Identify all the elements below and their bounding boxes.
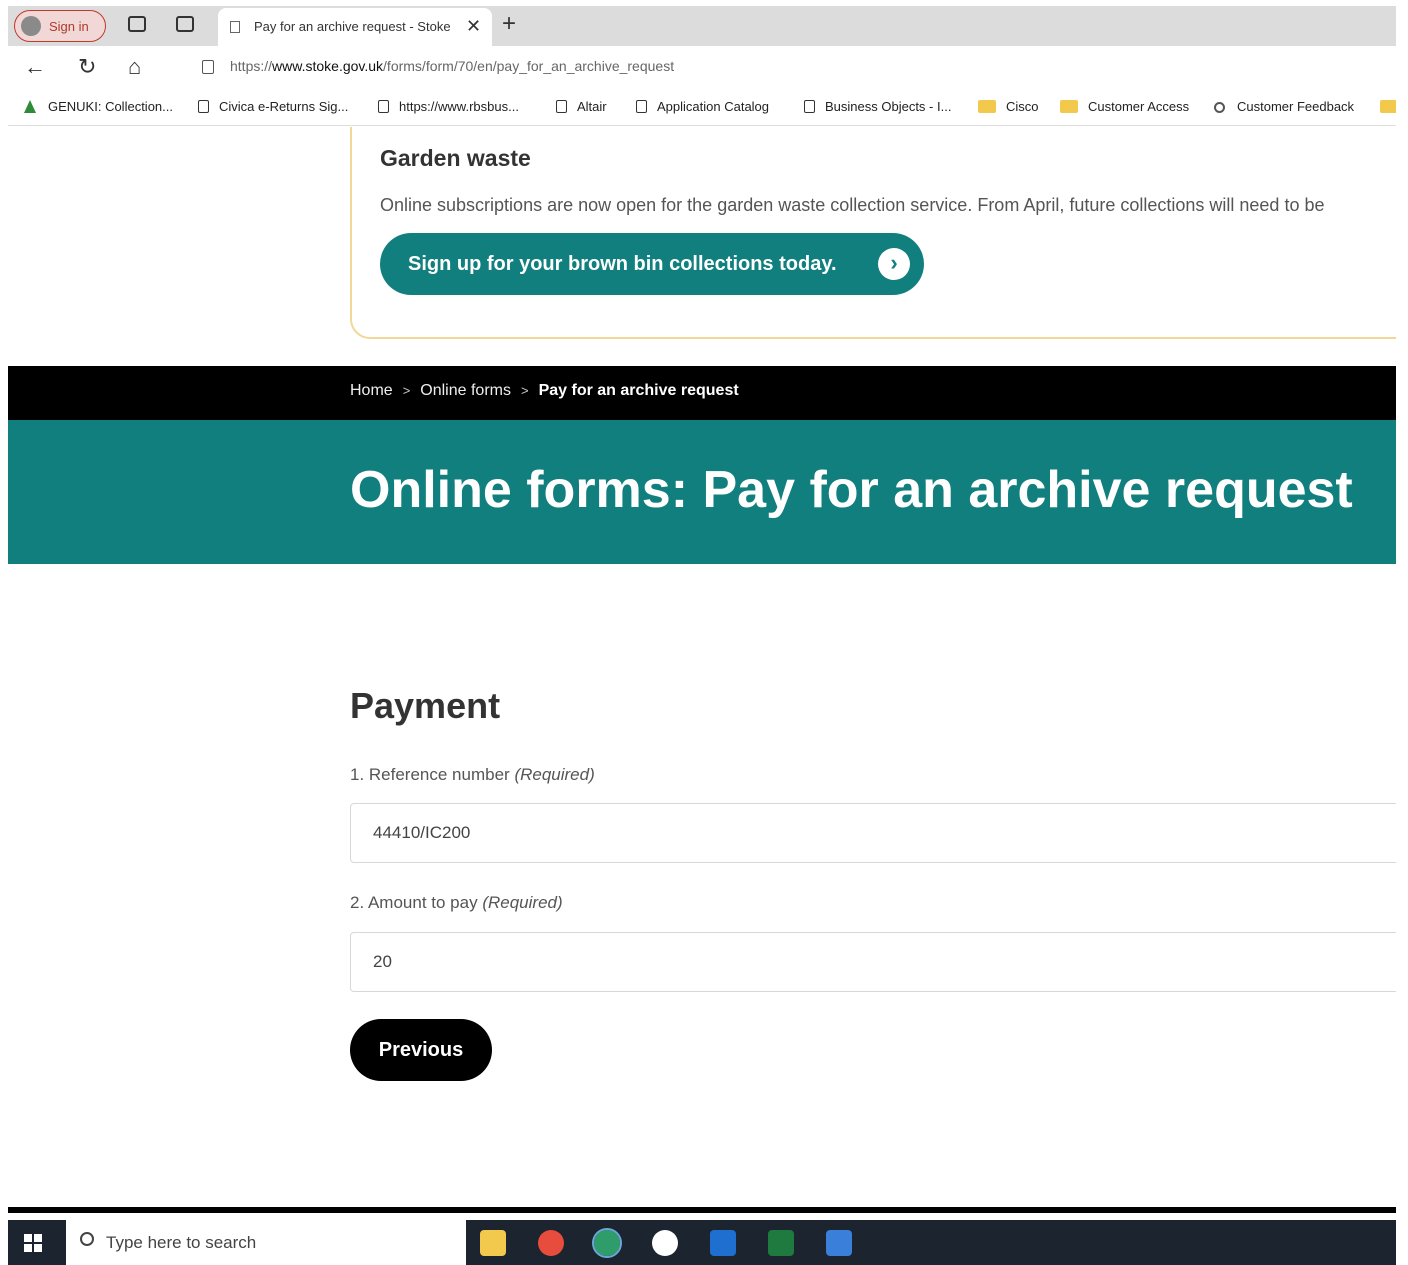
bookmarks-bar: GENUKI: Collection... Civica e-Returns S… xyxy=(8,88,1396,126)
profile-icon xyxy=(21,16,41,36)
breadcrumb-home[interactable]: Home xyxy=(350,382,393,399)
sign-in-button[interactable]: Sign in xyxy=(14,10,106,42)
lock-icon[interactable] xyxy=(202,60,214,74)
breadcrumb-separator-icon: > xyxy=(402,383,411,398)
reference-number-input[interactable] xyxy=(350,803,1396,863)
bookmark-application-catalog[interactable]: Application Catalog xyxy=(636,99,769,114)
genuki-leaf-icon xyxy=(24,100,36,113)
url-field[interactable]: https://www.stoke.gov.uk/forms/form/70/e… xyxy=(230,58,674,74)
search-icon xyxy=(80,1232,94,1246)
file-explorer-icon[interactable] xyxy=(480,1230,506,1256)
page-title: Online forms: Pay for an archive request xyxy=(350,461,1353,519)
bookmark-customer-access[interactable]: Customer Access xyxy=(1060,99,1189,114)
payment-section-title: Payment xyxy=(350,685,501,726)
breadcrumb-bar: Home > Online forms > Pay for an archive req… xyxy=(8,366,1396,420)
web-page: Garden waste Online subscriptions are no… xyxy=(8,127,1396,1213)
bookmark-rbsbus[interactable]: https://www.rbsbus... xyxy=(378,99,519,114)
browser-tab-bar xyxy=(8,6,1396,46)
back-arrow-icon[interactable]: ← xyxy=(24,54,46,80)
windows-taskbar: Type here to search xyxy=(8,1220,1396,1265)
previous-button[interactable]: Previous xyxy=(350,1019,492,1081)
photos-icon[interactable] xyxy=(826,1230,852,1256)
notice-title: Garden waste xyxy=(380,145,531,171)
amount-to-pay-input[interactable] xyxy=(350,932,1396,992)
amount-to-pay-label: 2. Amount to pay (Required) xyxy=(350,893,563,913)
address-bar: ← ↻ ⌂ https://www.stoke.gov.uk/forms/for… xyxy=(8,46,1396,88)
bookmark-label: Business Objects - I... xyxy=(825,99,952,114)
excel-icon[interactable] xyxy=(768,1230,794,1256)
bookmark-label: https://www.rbsbus... xyxy=(399,99,519,114)
folder-icon xyxy=(1380,100,1396,113)
refresh-icon[interactable]: ↻ xyxy=(78,54,96,80)
bookmark-label: Cisco xyxy=(1006,99,1039,114)
sign-in-label: Sign in xyxy=(49,19,89,34)
tab-actions-icon[interactable] xyxy=(176,16,194,32)
bookmark-genuki[interactable]: GENUKI: Collection... xyxy=(24,99,173,114)
chrome-icon[interactable] xyxy=(538,1230,564,1256)
tab-title: Pay for an archive request - Stoke xyxy=(254,19,451,34)
page-icon xyxy=(556,100,567,113)
url-prefix: https:// xyxy=(230,58,273,74)
notice-text: Online subscriptions are now open for th… xyxy=(380,195,1325,215)
breadcrumb-separator-icon: > xyxy=(520,383,529,398)
required-marker: (Required) xyxy=(514,765,595,784)
breadcrumb: Home > Online forms > Pay for an archive req… xyxy=(350,382,739,400)
reference-label-text: 1. Reference number xyxy=(350,765,510,784)
tab-close-icon[interactable]: ✕ xyxy=(466,16,481,37)
tab-favicon xyxy=(230,21,240,33)
bookmark-altair[interactable]: Altair xyxy=(556,99,607,114)
bookmark-label: Altair xyxy=(577,99,607,114)
outlook-icon[interactable] xyxy=(710,1230,736,1256)
windows-start-icon[interactable] xyxy=(24,1234,42,1252)
home-icon[interactable]: ⌂ xyxy=(128,54,141,80)
page-icon xyxy=(804,100,815,113)
garden-waste-notice: Garden waste Online subscriptions are no… xyxy=(350,127,1396,339)
bookmark-label: GENUKI: Collection... xyxy=(48,99,173,114)
bookmark-label: Customer Access xyxy=(1088,99,1190,114)
reference-number-label: 1. Reference number (Required) xyxy=(350,765,595,785)
amount-label-text: 2. Amount to pay xyxy=(350,893,478,912)
edge-icon[interactable] xyxy=(592,1228,622,1258)
url-path: /forms/form/70/en/pay_for_an_archive_req… xyxy=(383,58,675,74)
taskbar-search-box[interactable]: Type here to search xyxy=(66,1220,466,1265)
page-icon xyxy=(198,100,209,113)
bookmark-civica[interactable]: Civica e-Returns Sig... xyxy=(198,99,348,114)
chat-icon[interactable] xyxy=(652,1230,678,1256)
bookmark-customer-feedback[interactable]: Customer Feedback xyxy=(1214,99,1354,114)
page-hero: Online forms: Pay for an archive request xyxy=(8,420,1396,564)
page-icon xyxy=(378,100,389,113)
collections-icon[interactable] xyxy=(128,16,146,32)
taskbar-search-placeholder: Type here to search xyxy=(106,1233,257,1252)
folder-icon xyxy=(1060,100,1078,113)
bookmark-overflow-folder[interactable] xyxy=(1380,99,1396,114)
active-tab[interactable]: Pay for an archive request - Stoke ✕ xyxy=(218,8,492,46)
bookmark-label: Customer Feedback xyxy=(1237,99,1355,114)
new-tab-icon[interactable]: + xyxy=(502,10,516,38)
bookmark-label: Application Catalog xyxy=(657,99,770,114)
bookmark-label: Civica e-Returns Sig... xyxy=(219,99,349,114)
required-marker: (Required) xyxy=(482,893,563,912)
url-domain: www.stoke.gov.uk xyxy=(272,58,384,74)
bookmark-business-objects[interactable]: Business Objects - I... xyxy=(804,99,951,114)
gear-icon xyxy=(1214,102,1225,113)
page-icon xyxy=(636,100,647,113)
brown-bin-signup-button[interactable]: Sign up for your brown bin collections t… xyxy=(380,233,924,295)
signup-button-label: Sign up for your brown bin collections t… xyxy=(408,252,837,275)
chevron-right-icon: › xyxy=(878,248,910,280)
folder-icon xyxy=(978,100,996,113)
breadcrumb-current: Pay for an archive request xyxy=(538,382,739,399)
bookmark-cisco[interactable]: Cisco xyxy=(978,99,1039,114)
page-footer-divider xyxy=(8,1207,1396,1213)
breadcrumb-online-forms[interactable]: Online forms xyxy=(420,382,511,399)
